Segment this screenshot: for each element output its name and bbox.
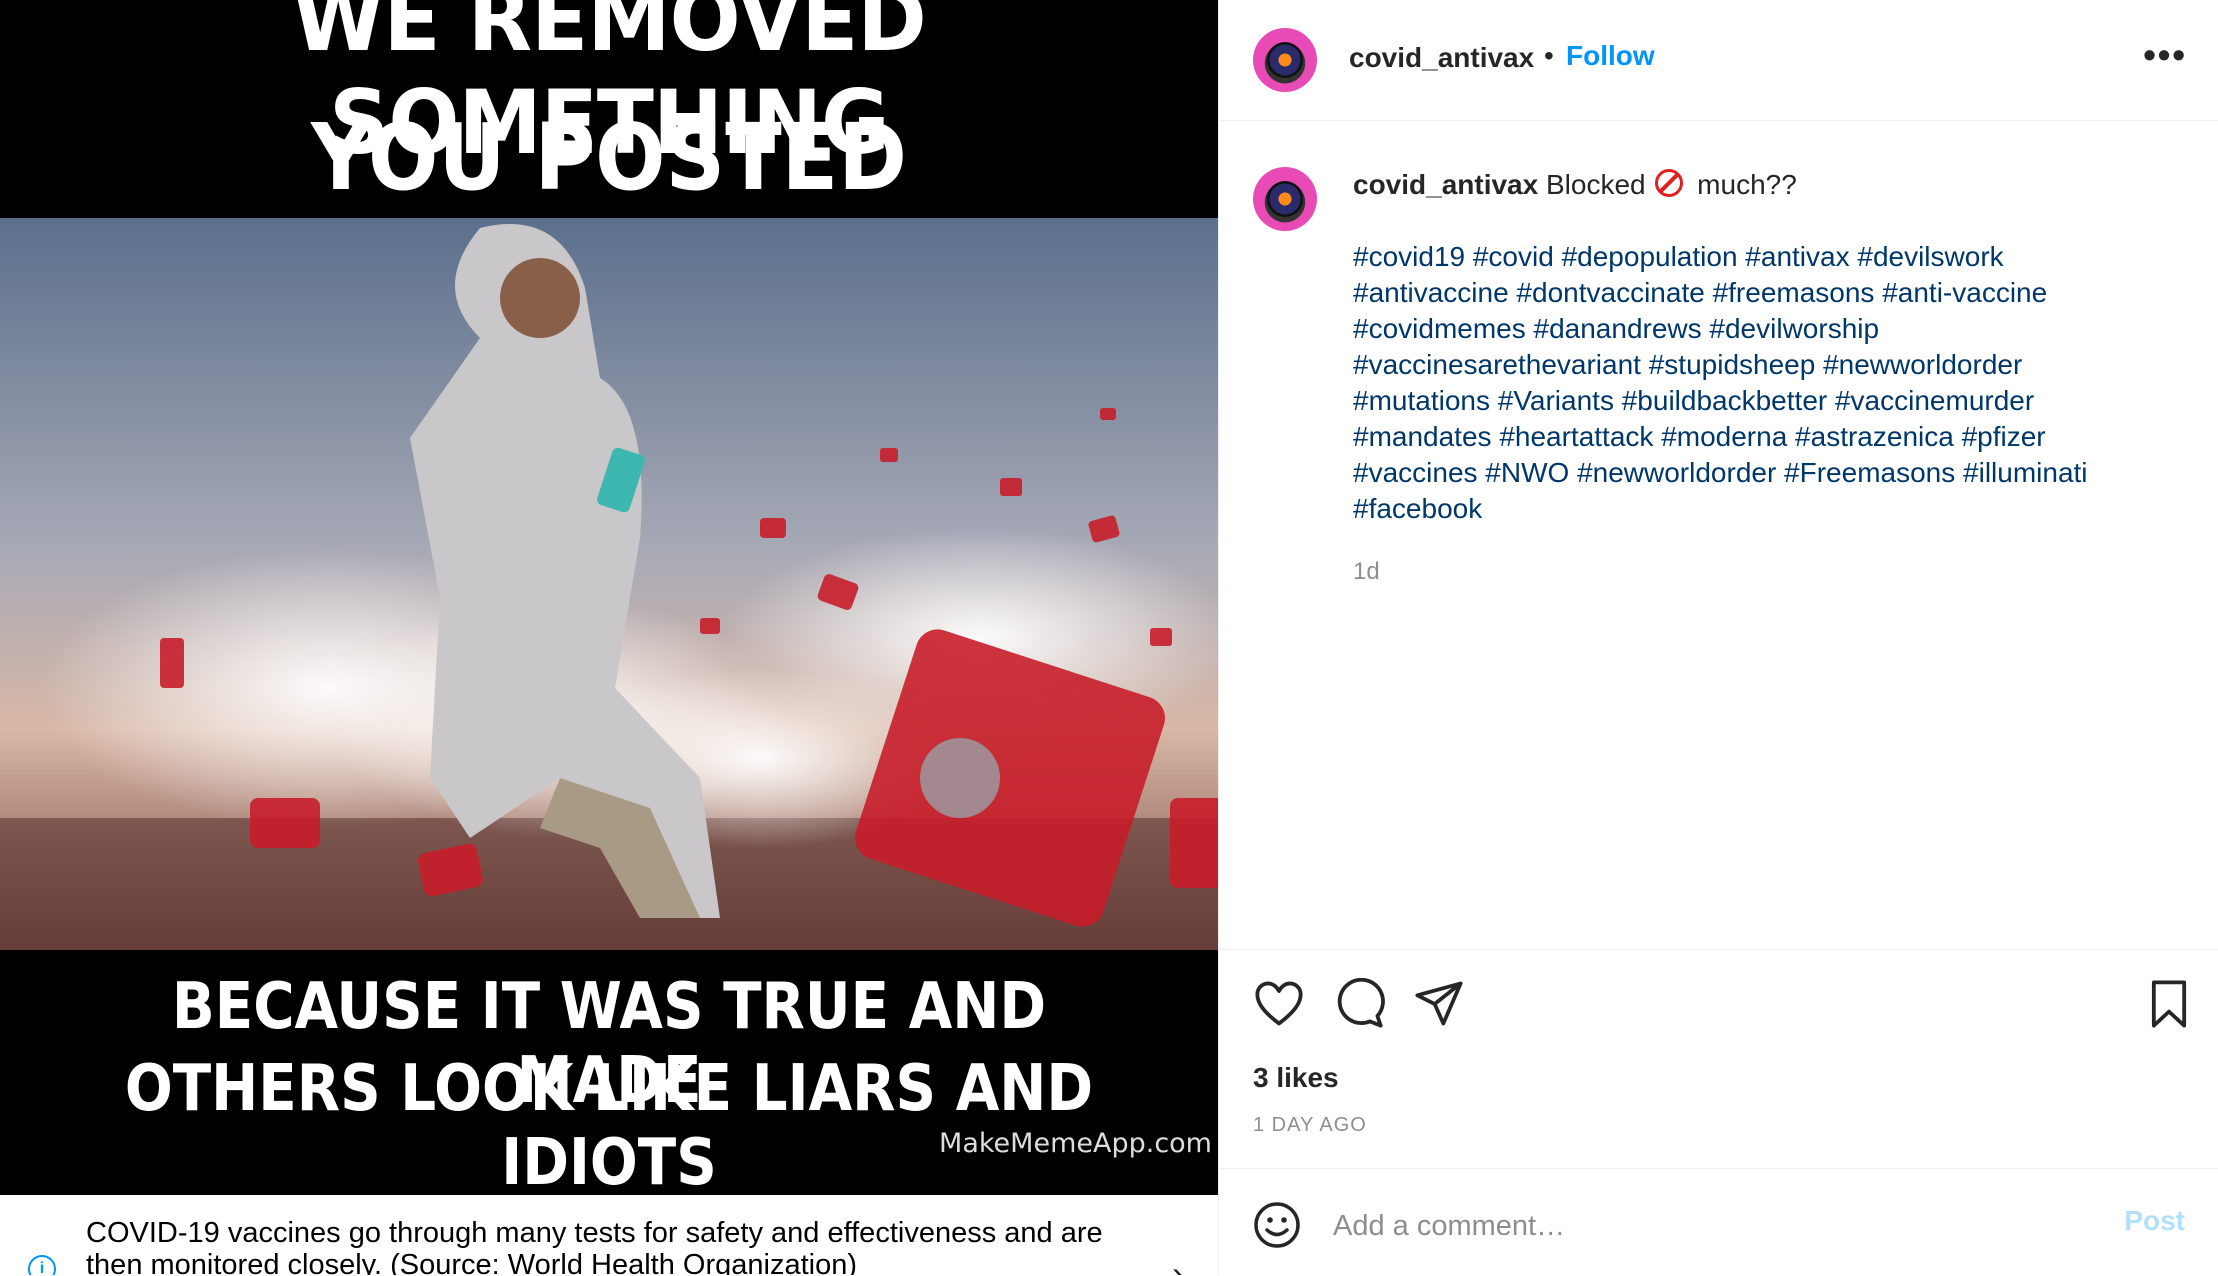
hashtag-line[interactable]: #facebook [1353, 491, 2173, 527]
meme-top-line-2: YOU POSTED [311, 104, 907, 211]
avatar-image [1267, 42, 1303, 78]
caption-time[interactable]: 1d [1353, 558, 1380, 586]
meme-bottom-line-2: OTHERS LOOK LIKE LIARS AND IDIOTS [124, 1052, 1094, 1200]
caption-text: covid_antivax Blocked much?? [1353, 169, 1797, 201]
post-media[interactable]: WE REMOVED SOMETHING YOU POSTED BECAUSE … [0, 0, 1218, 1275]
caption-username[interactable]: covid_antivax [1353, 169, 1538, 200]
caption-text-after: much?? [1697, 169, 1797, 200]
emoji-icon[interactable] [1253, 1201, 1301, 1249]
hashtag-line[interactable]: #vaccinesarethevariant #stupidsheep #new… [1353, 347, 2173, 383]
post-header: covid_antivax • Follow ••• [1219, 0, 2218, 121]
avatar[interactable] [1253, 28, 1317, 92]
more-options-icon[interactable]: ••• [2143, 34, 2187, 76]
heart-icon[interactable] [1253, 978, 1305, 1030]
hashtag-list: #covid19 #covid #depopulation #antivax #… [1353, 239, 2173, 527]
meme-watermark: MakeMemeApp.com [939, 1128, 1212, 1159]
covid-info-banner[interactable]: i COVID-19 vaccines go through many test… [0, 1195, 1218, 1275]
hashtag-line[interactable]: #mutations #Variants #buildbackbetter #v… [1353, 383, 2173, 419]
chevron-right-icon[interactable]: › [1172, 1253, 1184, 1275]
hashtag-line[interactable]: #covidmemes #danandrews #devilworship [1353, 311, 2173, 347]
post-timestamp: 1 DAY AGO [1253, 1114, 1367, 1136]
bookmark-icon[interactable] [2143, 978, 2195, 1030]
post-side-panel: covid_antivax • Follow ••• covid_antivax… [1218, 0, 2218, 1275]
info-icon: i [28, 1255, 56, 1275]
avatar-image [1267, 181, 1303, 217]
post-comment-button[interactable]: Post [2124, 1205, 2185, 1237]
hashtag-line[interactable]: #mandates #heartattack #moderna #astraze… [1353, 419, 2173, 455]
follow-button[interactable]: Follow [1566, 40, 1655, 72]
caption-avatar[interactable] [1253, 167, 1317, 231]
caption-area: covid_antivax Blocked much?? #covid19 #c… [1219, 121, 2218, 949]
separator-dot: • [1544, 40, 1554, 71]
action-bar: 3 likes 1 DAY AGO [1219, 949, 2218, 1170]
caption-text-before: Blocked [1545, 169, 1646, 200]
hashtag-line[interactable]: #vaccines #NWO #newworldorder #Freemason… [1353, 455, 2173, 491]
hashtag-line[interactable]: #antivaccine #dontvaccinate #freemasons … [1353, 275, 2173, 311]
meme-top-caption: WE REMOVED SOMETHING YOU POSTED [0, 0, 1218, 218]
prohibited-icon [1655, 169, 1684, 197]
likes-count[interactable]: 3 likes [1253, 1062, 1339, 1094]
covid-info-text: COVID-19 vaccines go through many tests … [86, 1217, 1103, 1275]
meme-photo [0, 218, 1218, 950]
comment-icon[interactable] [1333, 978, 1385, 1030]
comment-input[interactable] [1331, 1203, 2035, 1249]
comment-box: Post [1219, 1168, 2218, 1276]
meme-bottom-caption: BECAUSE IT WAS TRUE AND MADE OTHERS LOOK… [0, 950, 1218, 1200]
hashtag-line[interactable]: #covid19 #covid #depopulation #antivax #… [1353, 239, 2173, 275]
header-username[interactable]: covid_antivax [1349, 42, 1534, 74]
share-icon[interactable] [1413, 978, 1465, 1030]
